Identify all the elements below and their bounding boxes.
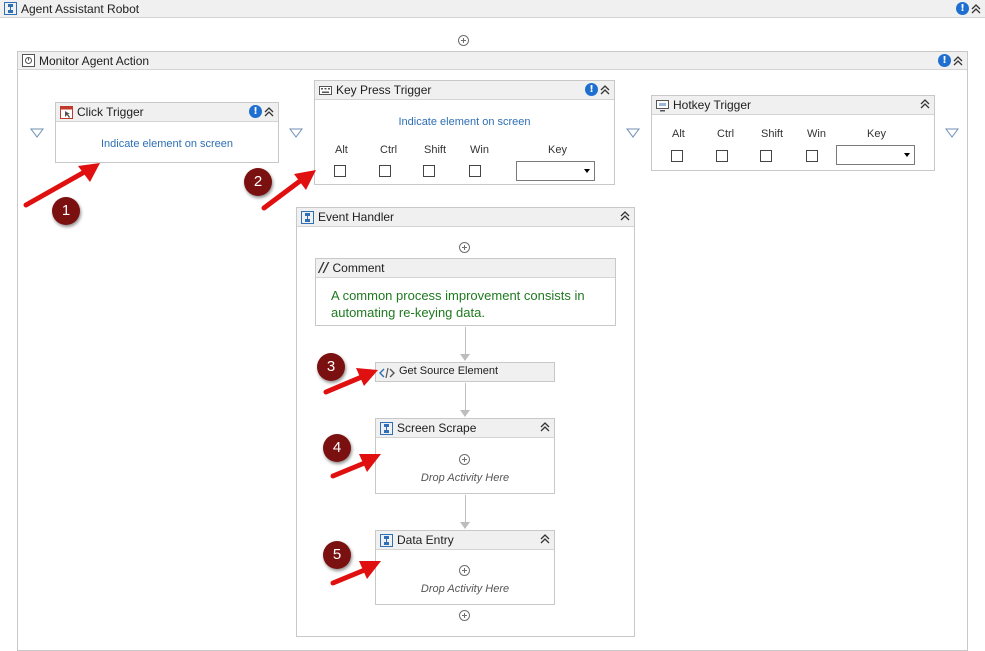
collapse-icon[interactable] [919,98,931,110]
flow-arrow-icon [460,522,470,529]
alt-checkbox[interactable] [671,150,683,162]
data-entry-title: Data Entry [397,533,454,547]
sequence-icon [380,533,393,547]
event-handler-header[interactable]: Event Handler [297,208,634,227]
flow-connector [465,383,466,412]
collapse-icon[interactable] [970,3,982,15]
comment-header[interactable]: // Comment [316,259,615,278]
data-entry-header[interactable]: Data Entry [376,531,554,550]
hotkey-trigger-title: Hotkey Trigger [673,98,752,112]
win-checkbox[interactable] [806,150,818,162]
win-label: Win [807,128,826,140]
warning-info-icon[interactable]: ! [249,105,262,118]
root-sequence-header[interactable]: Agent Assistant Robot ! [0,0,985,18]
click-trigger-icon [60,105,73,119]
warning-info-icon[interactable]: ! [938,54,951,67]
event-handler-title: Event Handler [318,210,395,224]
flow-arrow-icon [460,410,470,417]
key-press-trigger-activity[interactable]: Key Press Trigger ! Indicate element on … [314,80,615,185]
get-source-element-activity[interactable]: Get Source Element [375,362,555,382]
annotation-badge-1: 1 [52,197,80,225]
click-trigger-title: Click Trigger [77,105,144,119]
collapse-icon[interactable] [539,533,551,545]
monitor-header[interactable]: Monitor Agent Action ! [18,52,967,70]
shift-checkbox[interactable] [423,165,435,177]
key-press-trigger-header[interactable]: Key Press Trigger ! [315,81,614,100]
screen-scrape-header[interactable]: Screen Scrape [376,419,554,438]
sequence-icon [4,2,17,15]
collapse-icon[interactable] [263,106,275,118]
add-activity-icon[interactable] [459,454,470,465]
ctrl-checkbox[interactable] [379,165,391,177]
get-source-element-title: Get Source Element [399,365,499,377]
flow-connector [465,495,466,524]
monitor-icon [22,54,35,67]
keyboard-icon [319,85,332,95]
drop-zone-triangle-icon[interactable] [289,128,303,138]
alt-checkbox[interactable] [334,165,346,177]
drop-zone-triangle-icon[interactable] [945,128,959,138]
annotation-badge-5: 5 [323,541,351,569]
comment-icon: // [319,260,329,276]
hotkey-trigger-activity[interactable]: Hotkey Trigger Alt Ctrl Shift Win Key [651,95,935,171]
shift-label: Shift [761,128,784,140]
drop-activity-placeholder[interactable]: Drop Activity Here [376,583,554,595]
drop-activity-placeholder[interactable]: Drop Activity Here [376,472,554,484]
monitor-icon [656,99,669,111]
win-checkbox[interactable] [469,165,481,177]
chevron-down-icon [904,153,910,157]
alt-label: Alt [335,144,348,156]
flow-arrow-icon [460,354,470,361]
data-entry-sequence[interactable]: Data Entry Drop Activity Here [375,530,555,605]
comment-text[interactable]: A common process improvement consists in… [331,287,606,321]
add-activity-icon[interactable] [459,565,470,576]
add-activity-icon[interactable] [458,35,469,46]
indicate-element-link[interactable]: Indicate element on screen [315,116,614,128]
root-title: Agent Assistant Robot [21,1,140,16]
comment-activity[interactable]: // Comment A common process improvement … [315,258,616,326]
warning-info-icon[interactable]: ! [585,83,598,96]
key-press-trigger-title: Key Press Trigger [336,83,432,97]
collapse-icon[interactable] [599,84,611,96]
collapse-icon[interactable] [952,55,964,67]
indicate-element-link[interactable]: Indicate element on screen [56,138,278,150]
key-label: Key [867,128,886,140]
key-dropdown[interactable] [836,145,915,165]
collapse-icon[interactable] [619,210,631,222]
comment-title: Comment [332,261,385,275]
alt-label: Alt [672,128,685,140]
key-label: Key [548,144,567,156]
drop-zone-triangle-icon[interactable] [626,128,640,138]
chevron-down-icon [584,169,590,173]
add-activity-icon[interactable] [459,610,470,621]
click-trigger-activity[interactable]: Click Trigger ! Indicate element on scre… [55,102,279,163]
shift-label: Shift [424,144,447,156]
screen-scrape-sequence[interactable]: Screen Scrape Drop Activity Here [375,418,555,494]
ctrl-checkbox[interactable] [716,150,728,162]
hotkey-trigger-header[interactable]: Hotkey Trigger [652,96,934,115]
collapse-icon[interactable] [539,421,551,433]
key-dropdown[interactable] [516,161,595,181]
screen-scrape-title: Screen Scrape [397,421,477,435]
sequence-icon [380,421,393,435]
drop-zone-triangle-icon[interactable] [30,128,44,138]
monitor-title: Monitor Agent Action [39,53,150,68]
ctrl-label: Ctrl [380,144,398,156]
click-trigger-header[interactable]: Click Trigger ! [56,103,278,122]
annotation-badge-3: 3 [317,353,345,381]
warning-info-icon[interactable]: ! [956,2,969,15]
ctrl-label: Ctrl [717,128,735,140]
annotation-badge-4: 4 [323,434,351,462]
add-activity-icon[interactable] [459,242,470,253]
shift-checkbox[interactable] [760,150,772,162]
annotation-badge-2: 2 [244,168,272,196]
win-label: Win [470,144,489,156]
flow-connector [465,327,466,356]
